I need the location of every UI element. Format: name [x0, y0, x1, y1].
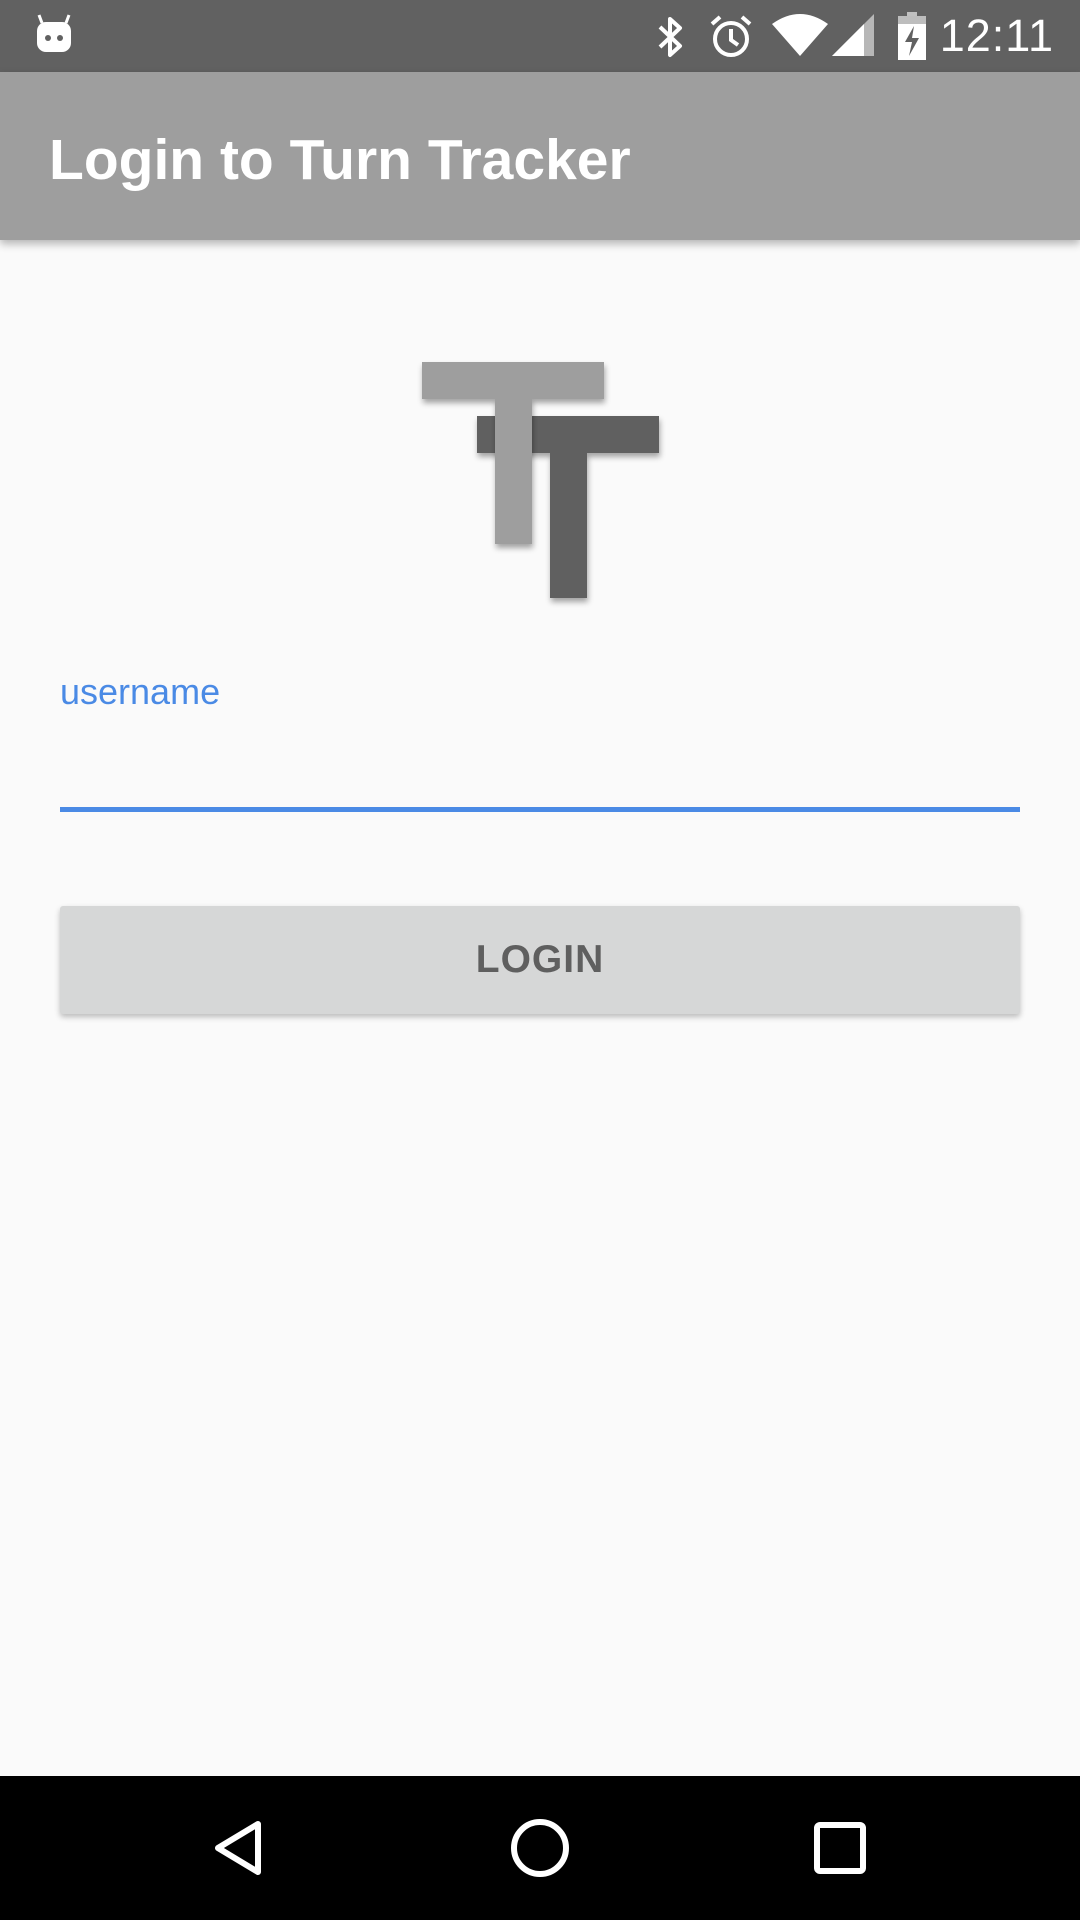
- recents-icon: [814, 1822, 866, 1874]
- android-notification-icon: [37, 14, 71, 52]
- battery-charging-icon: [898, 12, 926, 60]
- cell-signal-icon: [832, 14, 874, 56]
- wifi-icon: [772, 14, 828, 56]
- back-icon: [215, 1821, 261, 1875]
- bluetooth-icon: [658, 17, 682, 57]
- app-bar: Login to Turn Tracker: [0, 72, 1080, 240]
- username-label: username: [60, 671, 221, 712]
- home-icon: [511, 1819, 569, 1877]
- alarm-icon: [710, 15, 752, 57]
- navigation-bar: [0, 1776, 1080, 1920]
- status-bar: 12:11: [0, 0, 1080, 72]
- status-time: 12:11: [939, 10, 1054, 61]
- recents-button[interactable]: [790, 1798, 890, 1898]
- back-button[interactable]: [190, 1798, 290, 1898]
- username-input[interactable]: [60, 730, 1020, 812]
- home-button[interactable]: [490, 1798, 590, 1898]
- turn-tracker-logo: [422, 362, 659, 598]
- login-button[interactable]: LOGIN: [60, 906, 1020, 1014]
- page-title: Login to Turn Tracker: [49, 128, 631, 192]
